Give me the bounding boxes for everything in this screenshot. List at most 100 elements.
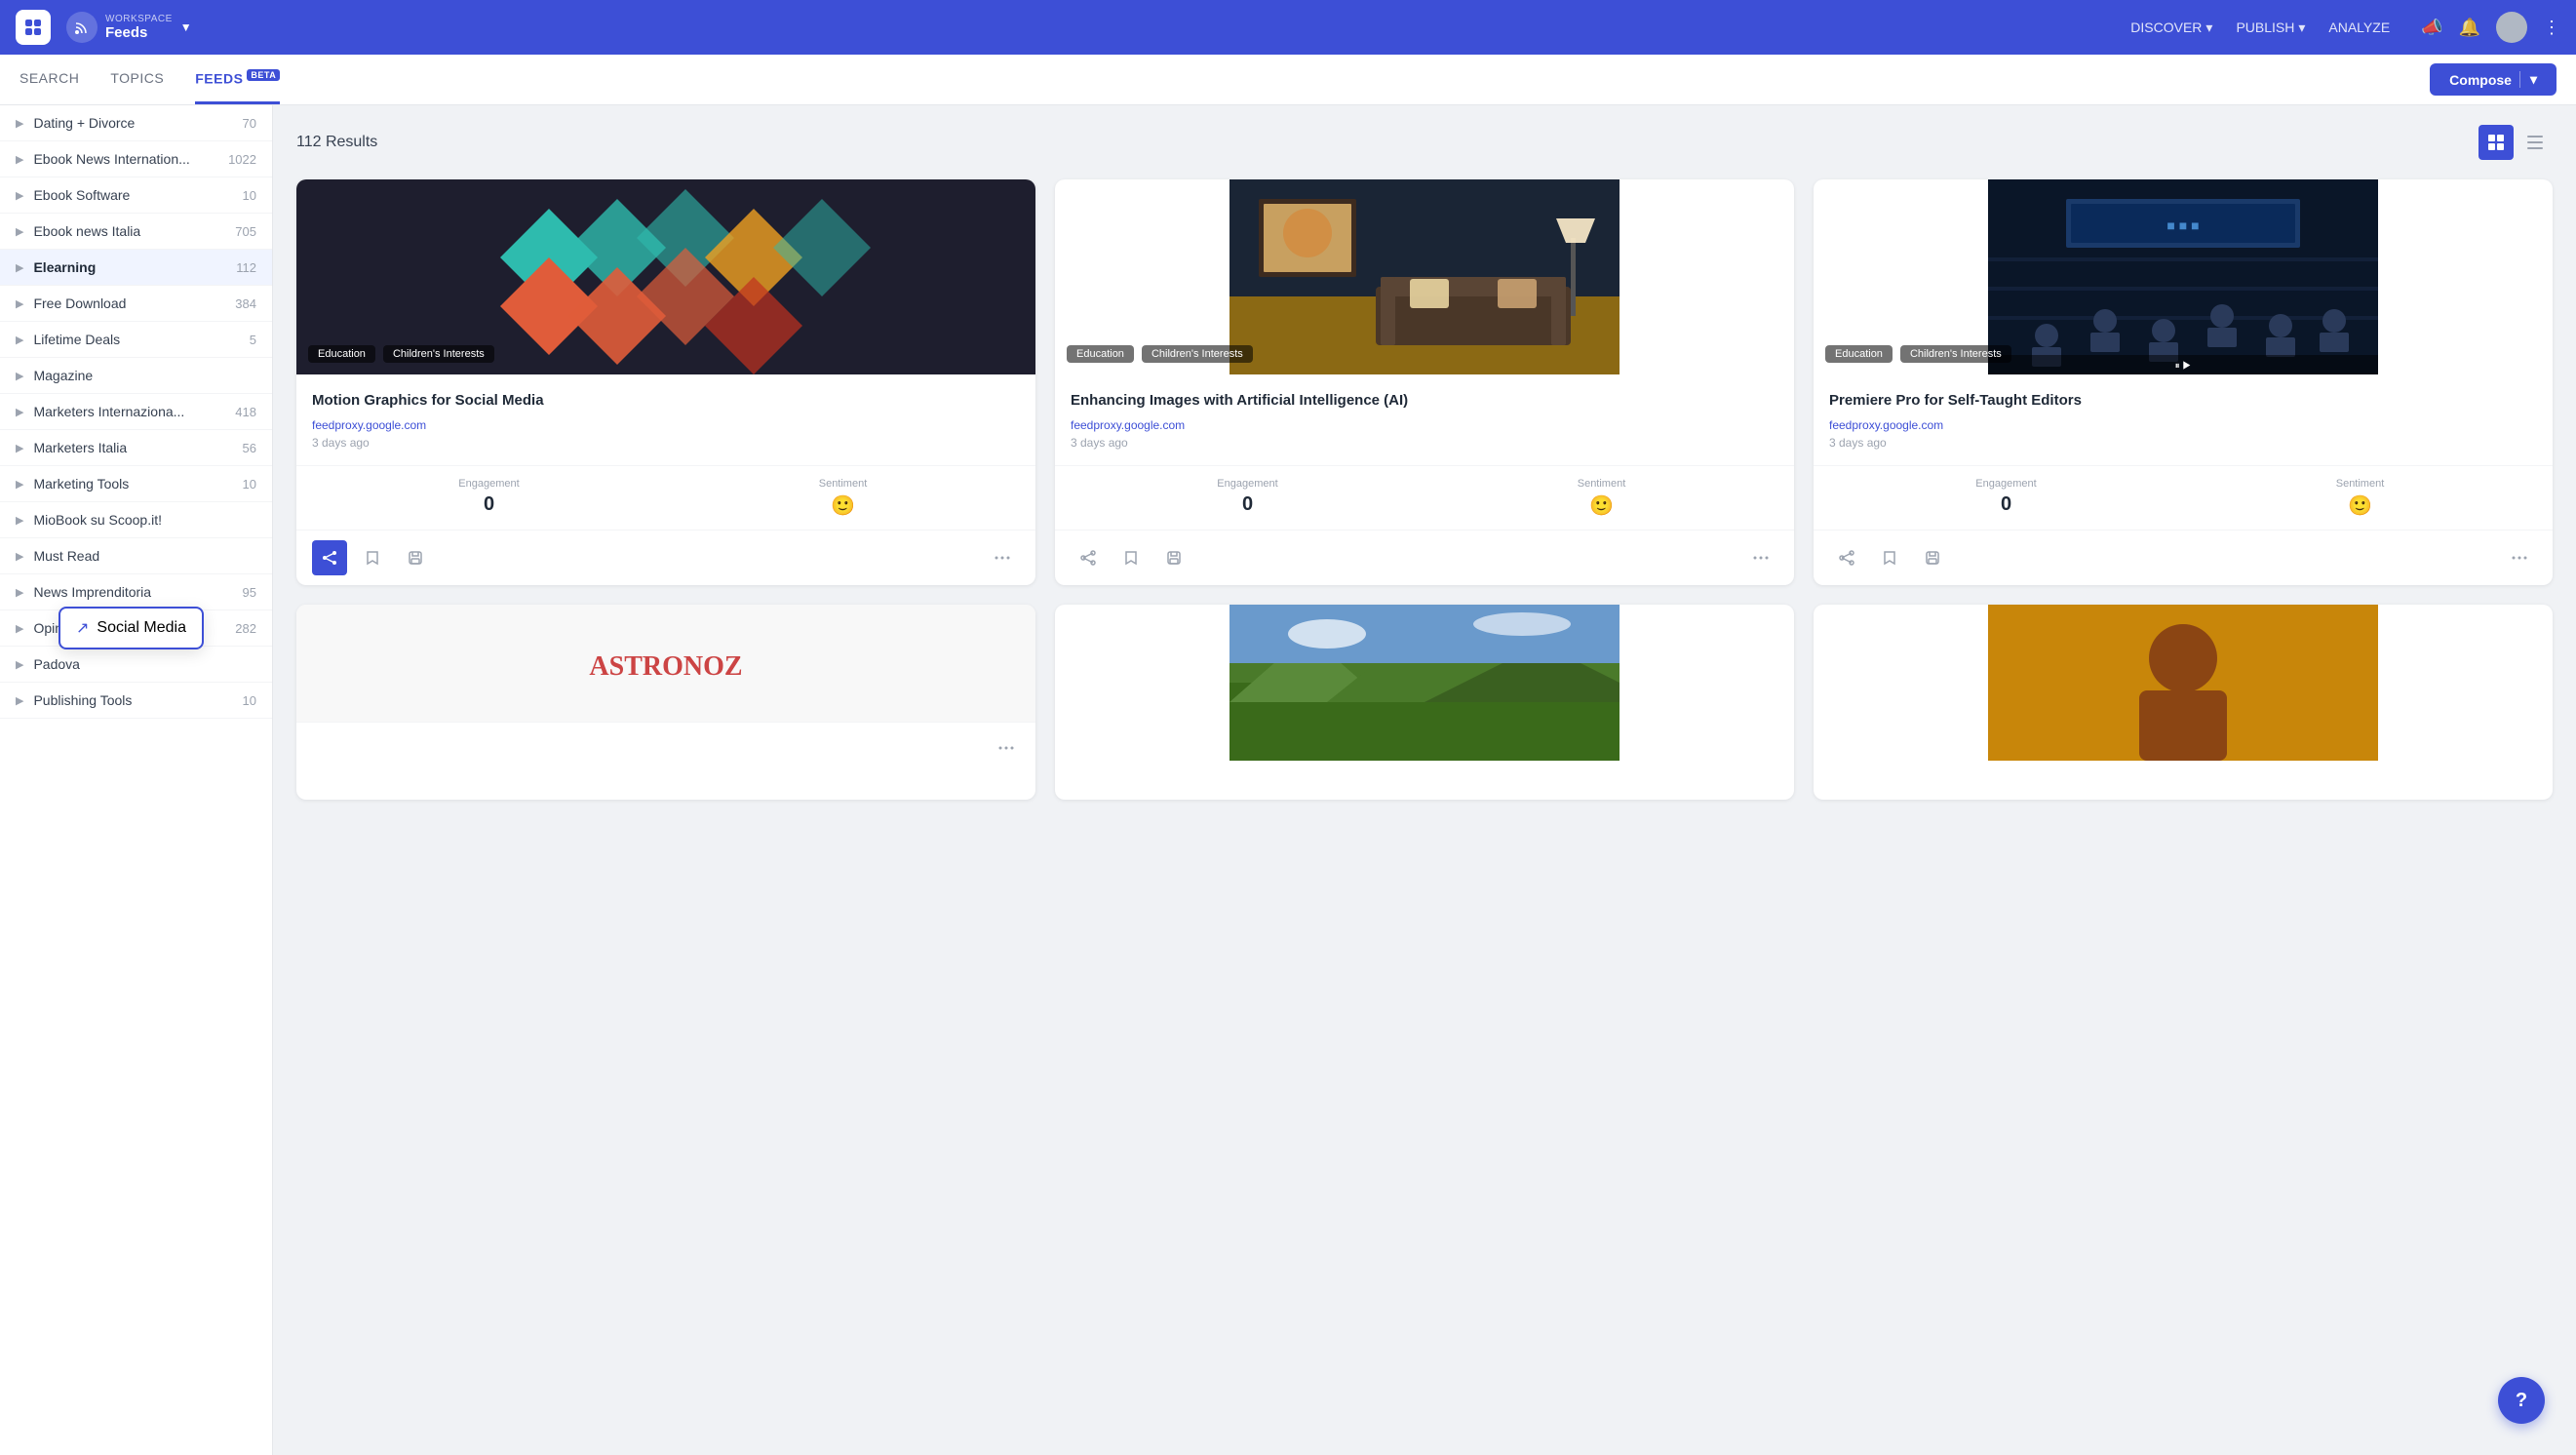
more-options-icon[interactable]: ⋮ (2543, 18, 2560, 38)
card-image-2: Education Children's Interests (1055, 179, 1794, 374)
feeds-text: WORKSPACE Feeds (105, 14, 173, 41)
card-tag-childrens: Children's Interests (383, 345, 494, 363)
bookmark-button-1[interactable] (355, 540, 390, 575)
compose-button[interactable]: Compose ▾ (2430, 63, 2556, 96)
card-actions-2 (1055, 530, 1794, 585)
card-source-2: feedproxy.google.com (1071, 418, 1778, 432)
card-title-3: Premiere Pro for Self-Taught Editors (1829, 390, 2537, 411)
share-button-1[interactable] (312, 540, 347, 575)
card-image-3: ■ ■ ■ ⏸ ▶ Education Children's Interests (1814, 179, 2553, 374)
sidebar-item-ebook-software[interactable]: ▶ Ebook Software 10 (0, 177, 272, 214)
card-title-1: Motion Graphics for Social Media (312, 390, 1020, 411)
sidebar-item-marketing-tools[interactable]: ▶ Marketing Tools 10 (0, 466, 272, 502)
card-tags-2: Education Children's Interests (1067, 345, 1253, 363)
content-card-5 (1055, 605, 1794, 800)
sidebar-item-marketers-italia[interactable]: ▶ Marketers Italia 56 (0, 430, 272, 466)
share-button-2[interactable] (1071, 540, 1106, 575)
cards-grid: Education Children's Interests Motion Gr… (296, 179, 2553, 800)
sidebar-item-opinion-leader[interactable]: ▶ Opinion leader 282 ↗ Social Media (0, 610, 272, 647)
card-metrics-1: Engagement 0 Sentiment 🙂 (296, 465, 1035, 530)
publish-menu-item[interactable]: PUBLISH ▾ (2236, 20, 2305, 36)
more-button-1[interactable] (985, 540, 1020, 575)
sidebar-chevron-icon: ▶ (16, 514, 23, 527)
card-time-1: 3 days ago (312, 436, 1020, 450)
feeds-label: Feeds (105, 24, 173, 41)
sidebar-item-free-download[interactable]: ▶ Free Download 384 (0, 286, 272, 322)
main-layout: ▶ Dating + Divorce 70 ▶ Ebook News Inter… (0, 105, 2576, 1455)
sidebar-item-news-imprenditoria[interactable]: ▶ News Imprenditoria 95 (0, 574, 272, 610)
sidebar-item-lifetime-deals[interactable]: ▶ Lifetime Deals 5 (0, 322, 272, 358)
save-button-3[interactable] (1915, 540, 1950, 575)
sidebar-item-marketers-intl[interactable]: ▶ Marketers Internaziona... 418 (0, 394, 272, 430)
sidebar-item-ebook-news-intl[interactable]: ▶ Ebook News Internation... 1022 (0, 141, 272, 177)
card-body-2: Enhancing Images with Artificial Intelli… (1055, 374, 1794, 465)
card-tag-education: Education (308, 345, 375, 363)
workspace-chevron-icon: ▼ (180, 20, 192, 34)
card-body-3: Premiere Pro for Self-Taught Editors fee… (1814, 374, 2553, 465)
tooltip-label: Social Media (97, 619, 186, 637)
card-tags-3: Education Children's Interests (1825, 345, 2011, 363)
card-tag-education-2: Education (1067, 345, 1134, 363)
megaphone-icon[interactable]: 📣 (2421, 18, 2442, 38)
grid-view-button[interactable] (2478, 125, 2514, 160)
help-fab[interactable]: ? (2498, 1377, 2545, 1424)
sidebar-item-elearning[interactable]: ▶ Elearning 112 (0, 250, 272, 286)
card-image-4: ASTRONOZ (296, 605, 1035, 722)
workspace-label: WORKSPACE (105, 14, 173, 24)
publish-chevron-icon: ▾ (2298, 20, 2305, 36)
topics-tab[interactable]: TOPICS (110, 55, 164, 104)
sidebar-chevron-icon: ▶ (16, 694, 23, 707)
bookmark-button-2[interactable] (1113, 540, 1149, 575)
svg-text:ASTRONOZ: ASTRONOZ (589, 651, 742, 682)
content-card-4: ASTRONOZ (296, 605, 1035, 800)
main-content: 112 Results (273, 105, 2576, 1455)
sidebar-chevron-icon: ▶ (16, 334, 23, 346)
bell-icon[interactable]: 🔔 (2459, 18, 2480, 38)
list-view-button[interactable] (2517, 125, 2553, 160)
card-metrics-3: Engagement 0 Sentiment 🙂 (1814, 465, 2553, 530)
svg-text:■ ■ ■: ■ ■ ■ (2166, 217, 2199, 233)
card-title-2: Enhancing Images with Artificial Intelli… (1071, 390, 1778, 411)
sidebar-chevron-icon: ▶ (16, 622, 23, 635)
sidebar-item-publishing-tools[interactable]: ▶ Publishing Tools 10 (0, 683, 272, 719)
save-button-2[interactable] (1156, 540, 1191, 575)
nav-icon-group: 📣 🔔 ⋮ (2421, 12, 2560, 43)
user-avatar[interactable] (2496, 12, 2527, 43)
card-source-1: feedproxy.google.com (312, 418, 1020, 432)
card-source-3: feedproxy.google.com (1829, 418, 2537, 432)
more-button-2[interactable] (1743, 540, 1778, 575)
sidebar-chevron-icon: ▶ (16, 406, 23, 418)
more-button-4[interactable] (989, 730, 1024, 766)
content-card-2: Education Children's Interests Enhancing… (1055, 179, 1794, 585)
content-card-1: Education Children's Interests Motion Gr… (296, 179, 1035, 585)
bookmark-button-3[interactable] (1872, 540, 1907, 575)
compose-dropdown-icon[interactable]: ▾ (2519, 71, 2537, 88)
sidebar-item-must-read[interactable]: ▶ Must Read (0, 538, 272, 574)
card-time-2: 3 days ago (1071, 436, 1778, 450)
share-button-3[interactable] (1829, 540, 1864, 575)
beta-badge: BETA (247, 69, 280, 81)
sidebar-chevron-icon: ▶ (16, 586, 23, 599)
card-sentiment-1: Sentiment 🙂 (666, 478, 1020, 518)
social-media-tooltip: ↗ Social Media (59, 607, 204, 649)
analyze-menu-item[interactable]: ANALYZE (2328, 20, 2390, 35)
feeds-tab[interactable]: FEEDSBETA (195, 55, 280, 105)
card-body-1: Motion Graphics for Social Media feedpro… (296, 374, 1035, 465)
feeds-icon (66, 12, 98, 43)
sidebar-item-padova[interactable]: ▶ Padova (0, 647, 272, 683)
more-button-3[interactable] (2502, 540, 2537, 575)
sidebar-chevron-icon: ▶ (16, 153, 23, 166)
card-actions-3 (1814, 530, 2553, 585)
sidebar-item-miobook[interactable]: ▶ MioBook su Scoop.it! (0, 502, 272, 538)
search-tab[interactable]: SEARCH (20, 55, 79, 104)
sidebar-item-dating-divorce[interactable]: ▶ Dating + Divorce 70 (0, 105, 272, 141)
results-count: 112 Results (296, 134, 377, 151)
sidebar-item-ebook-news-italia[interactable]: ▶ Ebook news Italia 705 (0, 214, 272, 250)
card-actions-1 (296, 530, 1035, 585)
app-logo[interactable] (16, 10, 51, 45)
workspace-feeds-button[interactable]: WORKSPACE Feeds ▼ (66, 12, 192, 43)
sidebar: ▶ Dating + Divorce 70 ▶ Ebook News Inter… (0, 105, 273, 1455)
save-button-1[interactable] (398, 540, 433, 575)
discover-menu-item[interactable]: DISCOVER ▾ (2130, 20, 2212, 36)
sidebar-item-magazine[interactable]: ▶ Magazine (0, 358, 272, 394)
